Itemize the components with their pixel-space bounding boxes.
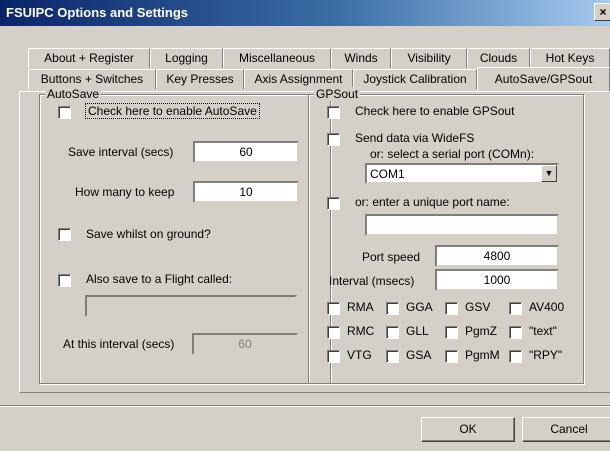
tab-hot-keys[interactable]: Hot Keys — [530, 48, 610, 68]
enable-autosave-label[interactable]: Check here to enable AutoSave — [85, 103, 260, 119]
tab-joystick-calibration[interactable]: Joystick Calibration — [353, 69, 477, 89]
unique-port-input[interactable] — [365, 214, 559, 236]
ok-button[interactable]: OK — [421, 417, 515, 442]
cancel-button[interactable]: Cancel — [522, 417, 610, 442]
sentence-rma-checkbox[interactable] — [327, 302, 340, 315]
gpsout-group: GPSout Check here to enable GPSout Send … — [308, 87, 584, 384]
sentence-text-checkbox[interactable] — [509, 326, 522, 339]
interval-msecs-input[interactable]: 1000 — [435, 269, 559, 291]
also-save-checkbox[interactable] — [58, 274, 71, 287]
tab-axis-assignment[interactable]: Axis Assignment — [244, 69, 353, 89]
sentence-rpy-label: "RPY" — [529, 348, 563, 362]
chevron-down-icon[interactable]: ▼ — [541, 165, 557, 182]
tab-winds[interactable]: Winds — [331, 48, 391, 68]
tab-clouds[interactable]: Clouds — [467, 48, 530, 68]
bottom-separator — [0, 405, 610, 407]
save-on-ground-label: Save whilst on ground? — [86, 227, 211, 241]
sentence-rpy-checkbox[interactable] — [509, 350, 522, 363]
tab-miscellaneous[interactable]: Miscellaneous — [223, 48, 331, 68]
how-many-input[interactable]: 10 — [193, 181, 299, 203]
close-icon: × — [599, 5, 607, 19]
widefs-checkbox[interactable] — [327, 133, 340, 146]
interval-msecs-label: Interval (msecs) — [329, 274, 415, 288]
autosave-legend: AutoSave — [45, 87, 102, 101]
at-interval-label: At this interval (secs) — [63, 337, 175, 351]
also-save-label: Also save to a Flight called: — [86, 272, 233, 286]
sentence-gsa-checkbox[interactable] — [386, 350, 399, 363]
sentence-av400-checkbox[interactable] — [509, 302, 522, 315]
serial-port-value: COM1 — [370, 167, 405, 181]
sentence-vtg-checkbox[interactable] — [327, 350, 340, 363]
sentence-pgmz-label: PgmZ — [465, 324, 498, 338]
enable-gpsout-checkbox[interactable] — [327, 106, 340, 119]
at-interval-input[interactable]: 60 — [192, 333, 298, 355]
serial-port-label: or: select a serial port (COMn): — [370, 147, 535, 161]
flight-name-input[interactable] — [85, 295, 297, 317]
close-button[interactable]: × — [594, 3, 610, 21]
sentence-pgmm-label: PgmM — [465, 348, 500, 362]
sentence-av400-label: AV400 — [529, 300, 565, 314]
sentence-gsa-label: GSA — [406, 348, 432, 362]
autosave-group: AutoSave Check here to enable AutoSave S… — [39, 87, 331, 384]
tab-buttons-switches[interactable]: Buttons + Switches — [28, 69, 156, 89]
sentence-gga-label: GGA — [406, 300, 433, 314]
sentence-gll-label: GLL — [406, 324, 429, 338]
sentence-gsv-checkbox[interactable] — [445, 302, 458, 315]
enable-autosave-checkbox[interactable] — [58, 106, 71, 119]
save-on-ground-checkbox[interactable] — [58, 228, 71, 241]
serial-port-dropdown[interactable]: COM1 ▼ — [365, 163, 559, 184]
sentence-vtg-label: VTG — [347, 348, 372, 362]
window-title: FSUIPC Options and Settings — [6, 5, 189, 20]
sentence-gsv-label: GSV — [465, 300, 491, 314]
unique-port-label: or: enter a unique port name: — [355, 195, 510, 209]
widefs-label: Send data via WideFS — [355, 131, 475, 145]
tab-about-register[interactable]: About + Register — [28, 48, 150, 68]
save-interval-label: Save interval (secs) — [68, 145, 174, 159]
sentence-rmc-label: RMC — [347, 324, 375, 338]
sentence-text-label: "text" — [529, 324, 557, 338]
sentence-gga-checkbox[interactable] — [386, 302, 399, 315]
sentence-rma-label: RMA — [347, 300, 374, 314]
gpsout-legend: GPSout — [314, 87, 361, 101]
sentence-gll-checkbox[interactable] — [386, 326, 399, 339]
sentence-rmc-checkbox[interactable] — [327, 326, 340, 339]
port-speed-label: Port speed — [362, 250, 421, 264]
options-window: FSUIPC Options and Settings × About + Re… — [0, 0, 610, 451]
sentence-pgmm-checkbox[interactable] — [445, 350, 458, 363]
tab-visibility[interactable]: Visibility — [391, 48, 467, 68]
unique-port-checkbox[interactable] — [327, 197, 340, 210]
how-many-label: How many to keep — [75, 185, 175, 199]
tab-autosave-gpsout[interactable]: AutoSave/GPSout — [477, 67, 610, 91]
enable-gpsout-label: Check here to enable GPSout — [355, 104, 515, 118]
save-interval-input[interactable]: 60 — [193, 141, 299, 163]
title-bar[interactable]: FSUIPC Options and Settings × — [0, 0, 610, 26]
tab-logging[interactable]: Logging — [150, 48, 223, 68]
port-speed-input[interactable]: 4800 — [435, 245, 559, 267]
tab-panel: AutoSave Check here to enable AutoSave S… — [19, 87, 610, 393]
sentence-pgmz-checkbox[interactable] — [445, 326, 458, 339]
tab-key-presses[interactable]: Key Presses — [156, 69, 244, 89]
